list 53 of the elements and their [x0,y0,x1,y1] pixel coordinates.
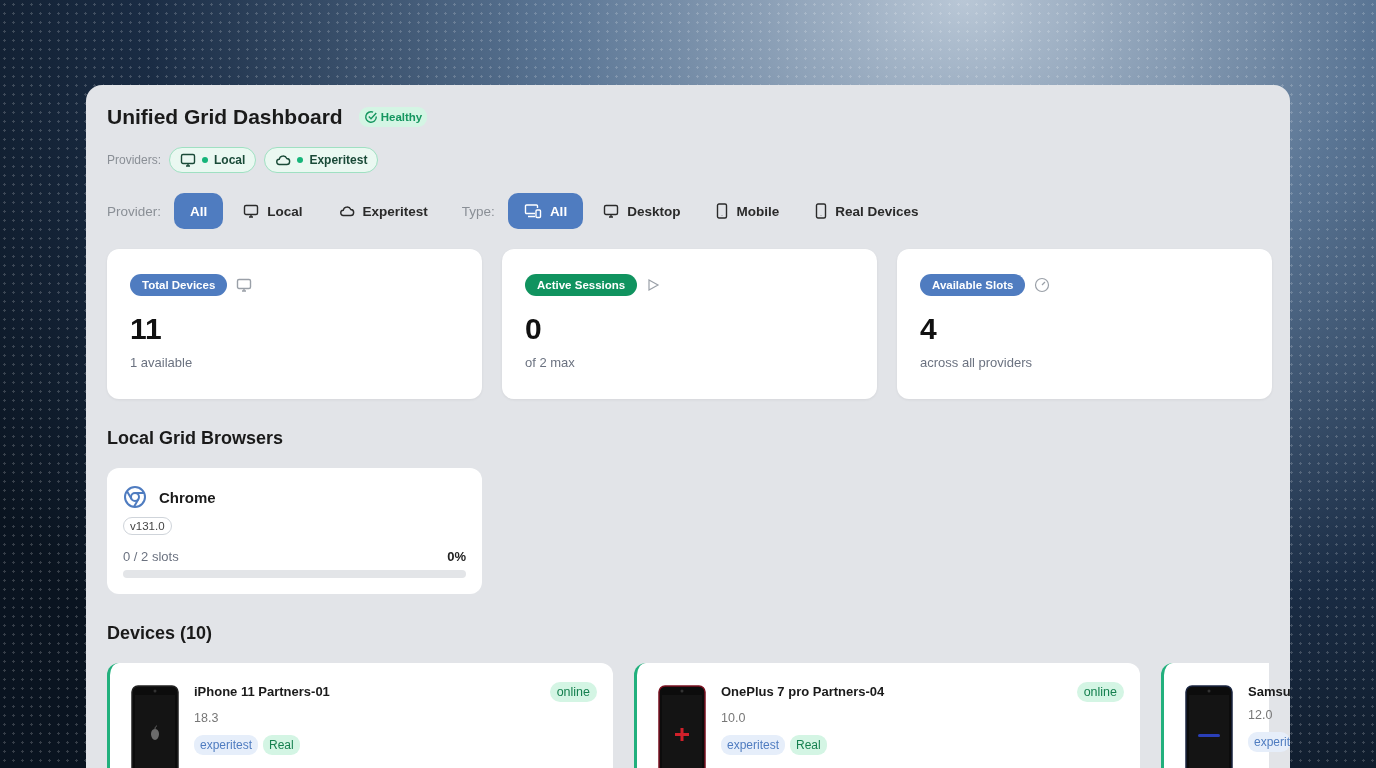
phone-icon [716,203,729,219]
stat-note: 1 available [130,355,194,370]
cloud-icon [275,152,292,168]
stat-label-badge: Active Sessions [525,274,638,296]
stat-value: 0 [525,311,543,347]
device-version: 18.3 [194,711,220,725]
usage-percent: 0% [447,549,466,564]
section-heading: Local Grid Browsers [107,428,285,449]
filter-button[interactable]: Real Devices [799,193,935,229]
stat-note: of 2 max [525,355,576,370]
monitor-icon [180,152,197,168]
stat-value: 11 [130,311,163,347]
health-badge: Healthy [358,107,428,127]
device-name: OnePlus 7 pro Partners-04 [721,684,885,699]
status-badge: online [549,682,597,702]
device-tag: Real [790,735,827,755]
device-tag: experitest [194,735,259,755]
cloud-icon [338,203,355,219]
device-tag: experitest [721,735,786,755]
filter-button[interactable]: Local [227,193,319,229]
gauge-icon [1034,277,1051,293]
stat-note: across all providers [920,355,1033,370]
filter-button[interactable]: Mobile [700,193,796,229]
device-name: iPhone 11 Partners-01 [194,684,330,699]
device-tag: experit [1248,732,1290,752]
check-circle-icon [363,110,378,124]
provider-chip: Local [169,147,257,173]
stat-label-badge: Total Devices [130,274,228,296]
device-name: Samsu [1248,684,1290,699]
stat-value: 4 [920,311,938,347]
filter-button[interactable]: Desktop [587,193,697,229]
devices-icon [523,203,542,219]
dashboard-title: Unified Grid Dashboard [107,105,343,129]
filter-button[interactable]: All [507,193,584,229]
device-tag: Real [263,735,300,755]
device-version: 10.0 [721,711,747,725]
status-badge: online [1076,682,1124,702]
section-heading: Devices (10) [107,623,214,644]
filter-button[interactable]: Experitest [322,193,444,229]
filter-label: Type: [461,203,495,219]
monitor-icon [243,203,260,219]
phone-icon [815,203,828,219]
provider-chip: Experitest [264,147,379,173]
browser-name: Chrome [159,488,216,506]
chrome-icon [123,485,147,509]
slots-text: 0 / 2 slots [123,549,179,564]
monitor-icon [236,277,253,293]
play-icon [646,278,661,292]
monitor-icon [603,203,620,219]
filter-button[interactable]: All [174,193,224,229]
stat-label-badge: Available Slots [920,274,1026,296]
filter-label: Provider: [107,203,162,219]
providers-label: Providers: [107,153,162,167]
